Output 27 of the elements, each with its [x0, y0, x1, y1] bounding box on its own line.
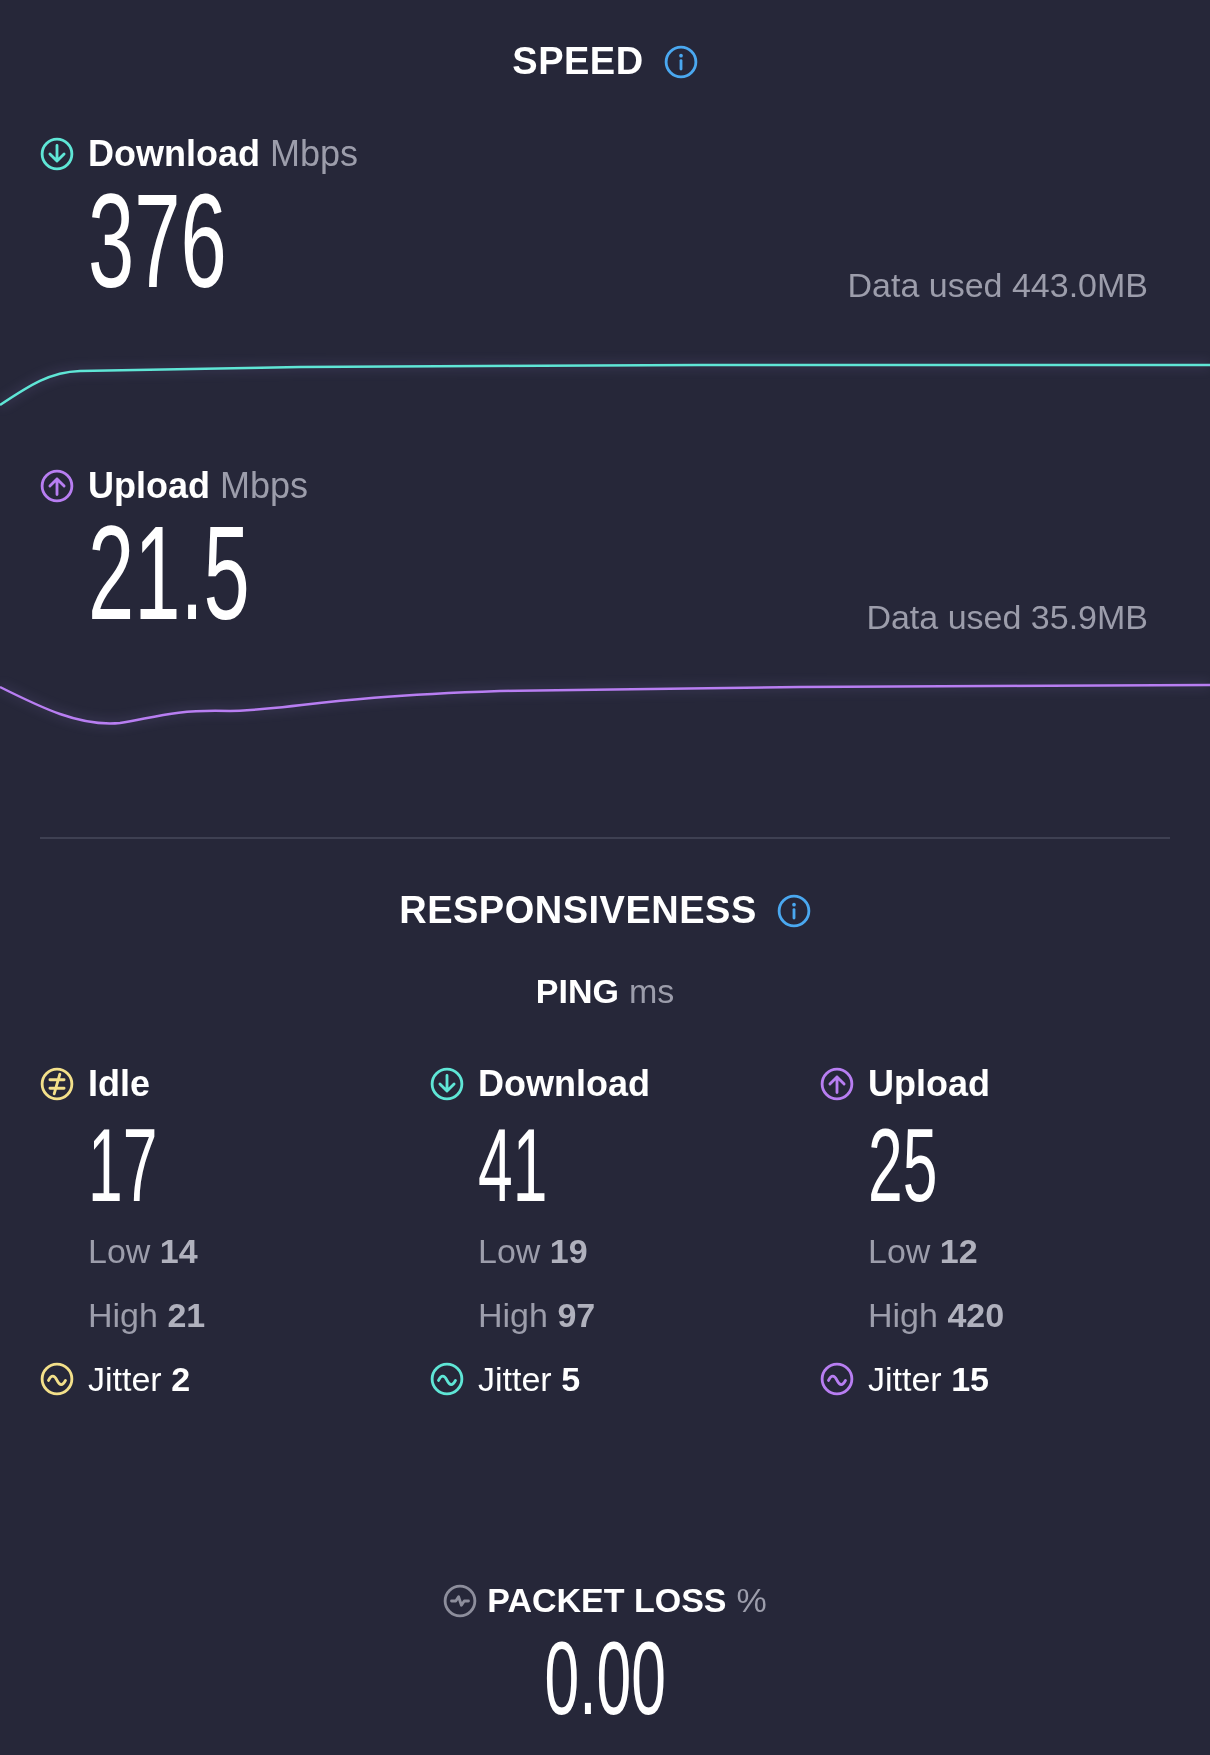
- data-used-label: Data used 443.0MB: [847, 266, 1148, 306]
- unit-label: Mbps: [270, 133, 358, 175]
- high-value: High 21: [88, 1295, 207, 1336]
- low-value: Low 19: [478, 1231, 589, 1272]
- jitter-value: Jitter 2: [88, 1359, 191, 1400]
- ping-type-label: Upload: [868, 1063, 990, 1105]
- high-value: High 97: [478, 1295, 597, 1336]
- high-value: High 420: [868, 1295, 1006, 1336]
- unit-label: %: [736, 1581, 767, 1620]
- ping-label: PING: [535, 972, 619, 1011]
- ping-type-label: Download: [478, 1063, 650, 1105]
- ping-value: 41: [478, 1111, 548, 1219]
- jitter-value: Jitter 5: [478, 1359, 581, 1400]
- low-value: Low 14: [88, 1231, 199, 1272]
- section-title: RESPONSIVENESS: [399, 889, 757, 932]
- unit-label: ms: [628, 972, 675, 1011]
- test-label: Upload: [88, 465, 210, 507]
- unit-label: Mbps: [220, 465, 309, 507]
- packet-loss-value: 0.00: [544, 1624, 666, 1732]
- ping-type-label: Idle: [88, 1063, 150, 1105]
- ping-value: 17: [88, 1111, 158, 1219]
- data-used-label: Data used 35.9MB: [866, 598, 1148, 638]
- packet-loss-label: PACKET LOSS: [487, 1581, 727, 1620]
- ping-value: 25: [868, 1111, 938, 1219]
- section-title: SPEED: [512, 40, 644, 83]
- low-value: Low 12: [868, 1231, 979, 1272]
- jitter-value: Jitter 15: [868, 1359, 989, 1400]
